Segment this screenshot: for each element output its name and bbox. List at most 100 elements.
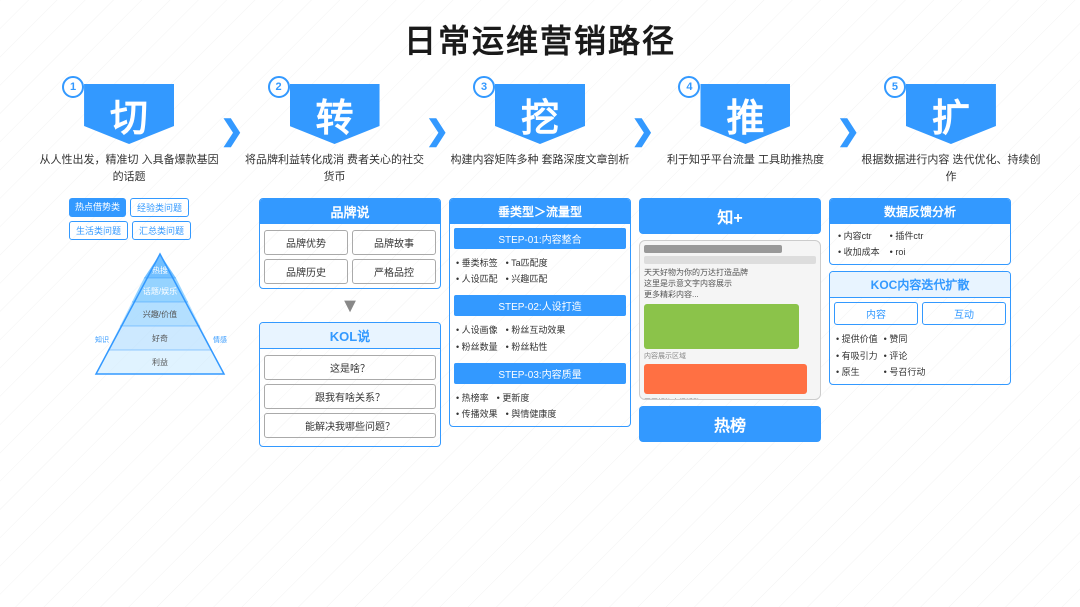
pyramid: 热搜 话题/娱乐 兴趣/价值 好奇 利益 知识 情感 [69, 246, 251, 386]
step-desc-3: 构建内容矩阵多种 套路深度文章剖析 [446, 152, 633, 192]
step-char-3: 挖 [495, 84, 585, 144]
koc-btn-1: 互动 [922, 302, 1006, 325]
b1-0: 人设画像 [456, 322, 498, 338]
data-item-1: 收加成本 [838, 244, 880, 260]
brand-item-1: 品牌故事 [352, 230, 436, 255]
koc-0-1: 有吸引力 [836, 348, 878, 364]
koc-grid: 内容 互动 [830, 298, 1010, 329]
brand-section: 品牌说 品牌优势 品牌故事 品牌历史 严格品控 [259, 198, 441, 289]
data-cols: 内容ctr 收加成本 插件ctr roi [830, 224, 1010, 264]
panel-1: 热点借势类 经验类问题 生活类问题 汇总类问题 热搜 话题/娱乐 兴趣/价值 [65, 198, 255, 498]
tag-exp: 经验类问题 [130, 198, 189, 217]
koc-title: KOC内容迭代扩散 [830, 272, 1010, 298]
koc-1-2: 号召行动 [884, 364, 926, 380]
tags-row-2: 生活类问题 汇总类问题 [69, 221, 251, 240]
step-num-3: 3 [473, 76, 495, 98]
bullets-0: 垂类标签 Ta匹配度 人设匹配 兴趣匹配 [450, 253, 630, 291]
b0-0: 垂类标签 [456, 255, 498, 271]
step-2: 2 转 将品牌利益转化成消 费者关心的社交货币 [240, 76, 430, 192]
flow-steps-row: 1 切 从人性出发，精准切 入具备爆款基因的话题 ❯ 2 转 将品牌利益转化成消… [0, 76, 1080, 192]
vertical-section: 垂类型＞流量型 STEP-01:内容整合 垂类标签 Ta匹配度 人设匹配 兴趣匹… [449, 198, 631, 427]
koc-btn-0: 内容 [834, 302, 918, 325]
koc-0-2: 原生 [836, 364, 878, 380]
step-char-4: 推 [700, 84, 790, 144]
svg-text:情感: 情感 [213, 335, 227, 344]
kol-section: KOL说 这是啥？ 跟我有啥关系？ 能解决我哪些问题？ [259, 322, 441, 447]
b1-1: 粉丝互动效果 [506, 322, 566, 338]
step-label-1: STEP-02:人设打造 [454, 295, 626, 316]
step-num-2: 2 [268, 76, 290, 98]
tag-life: 生活类问题 [69, 221, 128, 240]
bullets-2: 热榜率 更新度 传播效果 舆情健康度 [450, 388, 630, 426]
content-row: 热点借势类 经验类问题 生活类问题 汇总类问题 热搜 话题/娱乐 兴趣/价值 [0, 192, 1080, 498]
step-label-0: STEP-01:内容整合 [454, 228, 626, 249]
step-char-2: 转 [290, 84, 380, 144]
kol-item-0: 这是啥？ [264, 355, 436, 380]
kol-item-1: 跟我有啥关系？ [264, 384, 436, 409]
panel-4: 知+ 天天好物为你的万达打造品牌 这里是示意文字内容展示 更多精彩内容... 内… [635, 198, 825, 498]
data-item-0: 内容ctr [838, 228, 880, 244]
svg-text:话题/娱乐: 话题/娱乐 [143, 286, 177, 296]
step-desc-1: 从人性出发，精准切 入具备爆款基因的话题 [34, 152, 224, 192]
step-1: 1 切 从人性出发，精准切 入具备爆款基因的话题 [34, 76, 224, 192]
brand-title: 品牌说 [260, 199, 440, 224]
step-num-4: 4 [678, 76, 700, 98]
step-3: 3 挖 构建内容矩阵多种 套路深度文章剖析 [445, 76, 635, 192]
step-num-5: 5 [884, 76, 906, 98]
b2-1: 更新度 [497, 390, 530, 406]
brand-grid: 品牌优势 品牌故事 品牌历史 严格品控 [264, 230, 436, 284]
step-num-1: 1 [62, 76, 84, 98]
b1-3: 粉丝粘性 [506, 339, 548, 355]
brand-item-3: 严格品控 [352, 259, 436, 284]
page-title: 日常运维营销路径 [0, 0, 1080, 72]
svg-text:利益: 利益 [152, 357, 168, 367]
vertical-title: 垂类型＞流量型 [450, 199, 630, 224]
b0-3: 兴趣匹配 [506, 271, 548, 287]
hot-box: 热榜 [639, 406, 821, 442]
phone-mock: 天天好物为你的万达打造品牌 这里是示意文字内容展示 更多精彩内容... 内容展示… [639, 240, 821, 400]
koc-section: KOC内容迭代扩散 内容 互动 提供价值 有吸引力 原生 赞同 评论 号召行动 [829, 271, 1011, 385]
koc-col-1: 赞同 评论 号召行动 [884, 331, 926, 380]
b2-0: 热榜率 [456, 390, 489, 406]
step-char-5: 扩 [906, 84, 996, 144]
bullets-1: 人设画像 粉丝互动效果 粉丝数量 粉丝粘性 [450, 320, 630, 358]
step-desc-2: 将品牌利益转化成消 费者关心的社交货币 [240, 152, 430, 192]
brand-item-0: 品牌优势 [264, 230, 348, 255]
svg-text:知识: 知识 [95, 335, 109, 344]
tag-hot: 热点借势类 [69, 198, 126, 217]
b0-1: Ta匹配度 [506, 255, 548, 271]
data-col-1: 插件ctr roi [890, 228, 924, 260]
step-char-1: 切 [84, 84, 174, 144]
b2-2: 传播效果 [456, 406, 498, 422]
panel-2: 品牌说 品牌优势 品牌故事 品牌历史 严格品控 ▼ KOL说 这是啥？ 跟我有啥… [255, 198, 445, 498]
koc-bullets: 提供价值 有吸引力 原生 赞同 评论 号召行动 [830, 329, 1010, 384]
data-item-2: 插件ctr [890, 228, 924, 244]
step-5: 5 扩 根据数据进行内容 迭代优化、持续创作 [856, 76, 1046, 192]
step-desc-4: 利于知乎平台流量 工具助推热度 [663, 152, 828, 192]
data-col-0: 内容ctr 收加成本 [838, 228, 880, 260]
kol-title: KOL说 [260, 323, 440, 349]
koc-col-0: 提供价值 有吸引力 原生 [836, 331, 878, 380]
data-item-3: roi [890, 244, 924, 260]
step-label-2: STEP-03:内容质量 [454, 363, 626, 384]
svg-text:热搜: 热搜 [152, 265, 168, 275]
koc-0-0: 提供价值 [836, 331, 878, 347]
tags-row-1: 热点借势类 经验类问题 [69, 198, 251, 217]
koc-1-1: 评论 [884, 348, 926, 364]
step-desc-5: 根据数据进行内容 迭代优化、持续创作 [856, 152, 1046, 192]
step-4: 4 推 利于知乎平台流量 工具助推热度 [650, 76, 840, 192]
data-title: 数据反馈分析 [830, 199, 1010, 224]
data-section: 数据反馈分析 内容ctr 收加成本 插件ctr roi [829, 198, 1011, 265]
b0-2: 人设匹配 [456, 271, 498, 287]
kol-item-2: 能解决我哪些问题？ [264, 413, 436, 438]
zhiplus-box: 知+ [639, 198, 821, 234]
koc-1-0: 赞同 [884, 331, 926, 347]
b2-3: 舆情健康度 [506, 406, 557, 422]
panel-3: 垂类型＞流量型 STEP-01:内容整合 垂类标签 Ta匹配度 人设匹配 兴趣匹… [445, 198, 635, 498]
down-arrow: ▼ [259, 295, 441, 318]
svg-text:好奇: 好奇 [152, 333, 168, 343]
tag-sum: 汇总类问题 [132, 221, 191, 240]
b1-2: 粉丝数量 [456, 339, 498, 355]
panel-5: 数据反馈分析 内容ctr 收加成本 插件ctr roi KOC内容迭代扩散 内容… [825, 198, 1015, 498]
brand-item-2: 品牌历史 [264, 259, 348, 284]
